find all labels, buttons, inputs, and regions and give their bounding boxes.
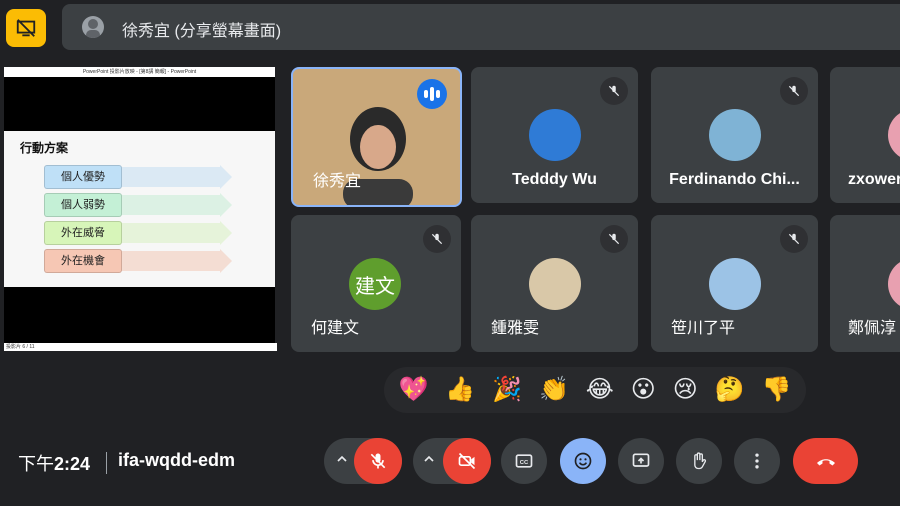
raise-hand-button[interactable] <box>676 438 722 484</box>
time: 2:24 <box>54 454 91 474</box>
avatar-initials: 建文 <box>349 258 401 310</box>
laughing-icon[interactable]: 😂 <box>586 378 614 402</box>
participant-tile[interactable]: 鍾雅雯 <box>471 215 638 352</box>
participant-tile[interactable]: Tedddy Wu <box>471 67 638 203</box>
avatar <box>888 109 900 161</box>
slide-item-label: 外在威脅 <box>44 221 122 245</box>
thumbs-up-icon[interactable]: 👍 <box>445 378 475 402</box>
captions-icon: CC <box>515 454 533 468</box>
participant-name: 鍾雅雯 <box>491 320 540 337</box>
participant-name: Ferdinando Chi... <box>669 171 800 188</box>
participant-tile[interactable]: 建文 何建文 <box>291 215 461 352</box>
slide-item-label: 個人優勢 <box>44 165 122 189</box>
mic-off-icon <box>423 225 451 253</box>
stop-present-icon <box>16 19 36 37</box>
hand-icon <box>694 452 707 470</box>
participant-tile[interactable]: zxower <box>830 67 900 203</box>
thumbs-down-icon[interactable]: 👎 <box>762 378 792 402</box>
clock: 下午2:24 <box>18 450 90 476</box>
presenter-label: 徐秀宜 (分享螢幕畫面) <box>122 23 282 40</box>
slide-item: 外在機會 <box>44 249 238 273</box>
mic-off-icon <box>370 453 386 469</box>
participant-tile-self[interactable]: 徐秀宜 <box>291 67 462 207</box>
present-now-button[interactable] <box>618 438 664 484</box>
slide-item-label: 個人弱勢 <box>44 193 122 217</box>
slide-content: 行動方案 個人優勢 個人弱勢 外在威脅 外在機會 <box>4 131 275 287</box>
more-options-button[interactable] <box>734 438 780 484</box>
participant-tile[interactable]: 鄭佩淳 <box>830 215 900 352</box>
mic-off-button[interactable] <box>354 438 402 484</box>
slide-item-label: 外在機會 <box>44 249 122 273</box>
mic-off-icon <box>780 225 808 253</box>
slide-item: 個人弱勢 <box>44 193 238 217</box>
stop-presenting-button[interactable] <box>6 9 46 47</box>
camera-off-button[interactable] <box>443 438 491 484</box>
participant-name: 笹川了平 <box>671 320 736 337</box>
leave-call-button[interactable] <box>793 438 858 484</box>
svg-text:CC: CC <box>520 460 529 466</box>
time-prefix: 下午 <box>18 454 54 474</box>
present-screen-icon <box>632 453 650 467</box>
slide-item: 外在威脅 <box>44 221 238 245</box>
sparkling-heart-icon[interactable]: 💖 <box>398 378 428 402</box>
hang-up-icon <box>816 459 835 466</box>
emoji-icon <box>574 452 592 470</box>
participant-name: 徐秀宜 <box>313 173 362 190</box>
participant-name: zxower <box>848 171 900 188</box>
mic-off-icon <box>600 77 628 105</box>
meeting-code: ifa-wqdd-edm <box>118 450 235 470</box>
send-reaction-button[interactable] <box>560 438 606 484</box>
chevron-up-icon[interactable] <box>334 451 350 472</box>
chevron-up-icon[interactable] <box>421 451 437 472</box>
participant-tile[interactable]: 笹川了平 <box>651 215 818 352</box>
party-popper-icon[interactable]: 🎉 <box>492 378 522 402</box>
captions-button[interactable]: CC <box>501 438 547 484</box>
mic-off-icon <box>780 77 808 105</box>
crying-icon[interactable]: 😢 <box>673 378 698 402</box>
surprised-icon[interactable]: 😮 <box>631 378 656 402</box>
reaction-bar: 💖 👍 🎉 👏 😂 😮 😢 🤔 👎 <box>384 367 806 413</box>
slide-title: 行動方案 <box>20 141 69 155</box>
presenter-bar: 徐秀宜 (分享螢幕畫面) <box>62 4 900 50</box>
avatar <box>529 109 581 161</box>
participant-name: Tedddy Wu <box>512 171 597 188</box>
slide-status: 投影片 6 / 11 <box>4 343 277 351</box>
presenter-avatar <box>82 16 104 38</box>
thinking-icon[interactable]: 🤔 <box>715 378 745 402</box>
shared-screen[interactable]: PowerPoint 投影片放映 - [第8講 簡報] - PowerPoint… <box>4 67 277 351</box>
slide-item: 個人優勢 <box>44 165 238 189</box>
avatar <box>529 258 581 310</box>
slide-window-title: PowerPoint 投影片放映 - [第8講 簡報] - PowerPoint <box>4 67 275 77</box>
clapping-icon[interactable]: 👏 <box>539 378 569 402</box>
participant-name: 何建文 <box>311 320 360 337</box>
divider <box>106 452 107 474</box>
avatar <box>888 258 900 310</box>
avatar <box>709 109 761 161</box>
participant-name: 鄭佩淳 <box>848 320 897 337</box>
avatar <box>709 258 761 310</box>
more-vert-icon <box>755 453 759 469</box>
speaking-indicator <box>417 79 447 109</box>
mic-off-icon <box>600 225 628 253</box>
camera-off-icon <box>458 452 476 470</box>
participant-tile[interactable]: Ferdinando Chi... <box>651 67 818 203</box>
